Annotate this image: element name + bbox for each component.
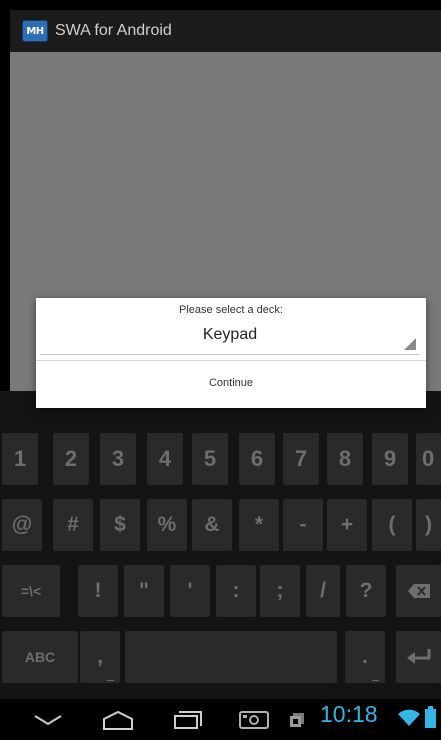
selected-deck: Keypad <box>202 326 258 343</box>
key-minus[interactable]: - <box>283 499 323 551</box>
spinner-arrow-icon <box>404 338 416 350</box>
key-5[interactable]: 5 <box>192 433 228 485</box>
notification[interactable] <box>283 699 311 740</box>
back-button[interactable] <box>20 699 76 740</box>
key-abc[interactable]: ABC <box>2 631 78 683</box>
key-0[interactable]: 0 <box>416 433 441 485</box>
back-icon <box>34 714 62 725</box>
key-percent[interactable]: % <box>147 499 187 551</box>
deck-selection-dialog: Please select a deck: Keypad Continue <box>36 298 426 408</box>
key-exclamation[interactable]: ! <box>78 565 118 617</box>
key-1[interactable]: 1 <box>2 433 38 485</box>
key-8[interactable]: 8 <box>327 433 363 485</box>
key-slash[interactable]: / <box>306 565 340 617</box>
key-7[interactable]: 7 <box>283 433 319 485</box>
app-icon-label: MH <box>26 25 44 37</box>
home-button[interactable] <box>90 699 146 740</box>
delete-key[interactable] <box>396 565 441 617</box>
recent-apps-button[interactable] <box>160 699 216 740</box>
key-single-quote[interactable]: ' <box>170 565 210 617</box>
key-3[interactable]: 3 <box>100 433 136 485</box>
screenshot-button[interactable] <box>232 699 276 740</box>
key-colon[interactable]: : <box>216 565 256 617</box>
battery-icon <box>425 706 436 728</box>
notification-icon <box>290 712 304 727</box>
key-period-label: . <box>362 645 368 668</box>
key-open-paren[interactable]: ( <box>372 499 412 551</box>
key-hint <box>372 680 379 681</box>
recent-apps-icon <box>174 710 202 729</box>
dialog-prompt: Please select a deck: <box>179 304 283 316</box>
key-dollar[interactable]: $ <box>100 499 140 551</box>
screen: MH SWA for Android 1 2 3 4 5 6 7 8 9 0 @… <box>0 0 441 740</box>
key-plus[interactable]: + <box>327 499 367 551</box>
key-6[interactable]: 6 <box>239 433 275 485</box>
soft-keyboard: 1 2 3 4 5 6 7 8 9 0 @ # $ % & * - + ( ) … <box>0 391 441 699</box>
key-4[interactable]: 4 <box>147 433 183 485</box>
key-question[interactable]: ? <box>346 565 386 617</box>
enter-icon <box>406 649 430 664</box>
key-space[interactable] <box>125 631 337 683</box>
screenshot-icon <box>239 710 269 729</box>
key-comma-label: , <box>97 645 103 668</box>
enter-key[interactable] <box>396 631 441 683</box>
delete-icon <box>407 584 430 598</box>
key-2[interactable]: 2 <box>53 433 89 485</box>
key-9[interactable]: 9 <box>372 433 408 485</box>
key-semicolon[interactable]: ; <box>260 565 300 617</box>
clock: 10:18 <box>320 701 378 727</box>
system-navigation-bar: 10:18 <box>0 699 441 740</box>
action-bar: MH SWA for Android <box>10 10 441 52</box>
key-at[interactable]: @ <box>2 499 42 551</box>
key-hint <box>107 680 114 681</box>
deck-spinner[interactable]: Keypad <box>40 318 420 355</box>
key-close-paren[interactable]: ) <box>416 499 441 551</box>
key-comma[interactable]: , <box>80 631 120 683</box>
key-more-symbols[interactable]: =\< <box>2 565 60 617</box>
app-title: SWA for Android <box>55 22 172 39</box>
key-period[interactable]: . <box>345 631 385 683</box>
key-hash[interactable]: # <box>53 499 93 551</box>
home-icon <box>103 710 133 730</box>
status-strip <box>0 0 441 10</box>
key-asterisk[interactable]: * <box>239 499 279 551</box>
key-double-quote[interactable]: " <box>124 565 164 617</box>
key-ampersand[interactable]: & <box>192 499 232 551</box>
wifi-icon <box>398 709 420 726</box>
app-icon: MH <box>22 20 48 42</box>
continue-button[interactable]: Continue <box>36 361 426 405</box>
